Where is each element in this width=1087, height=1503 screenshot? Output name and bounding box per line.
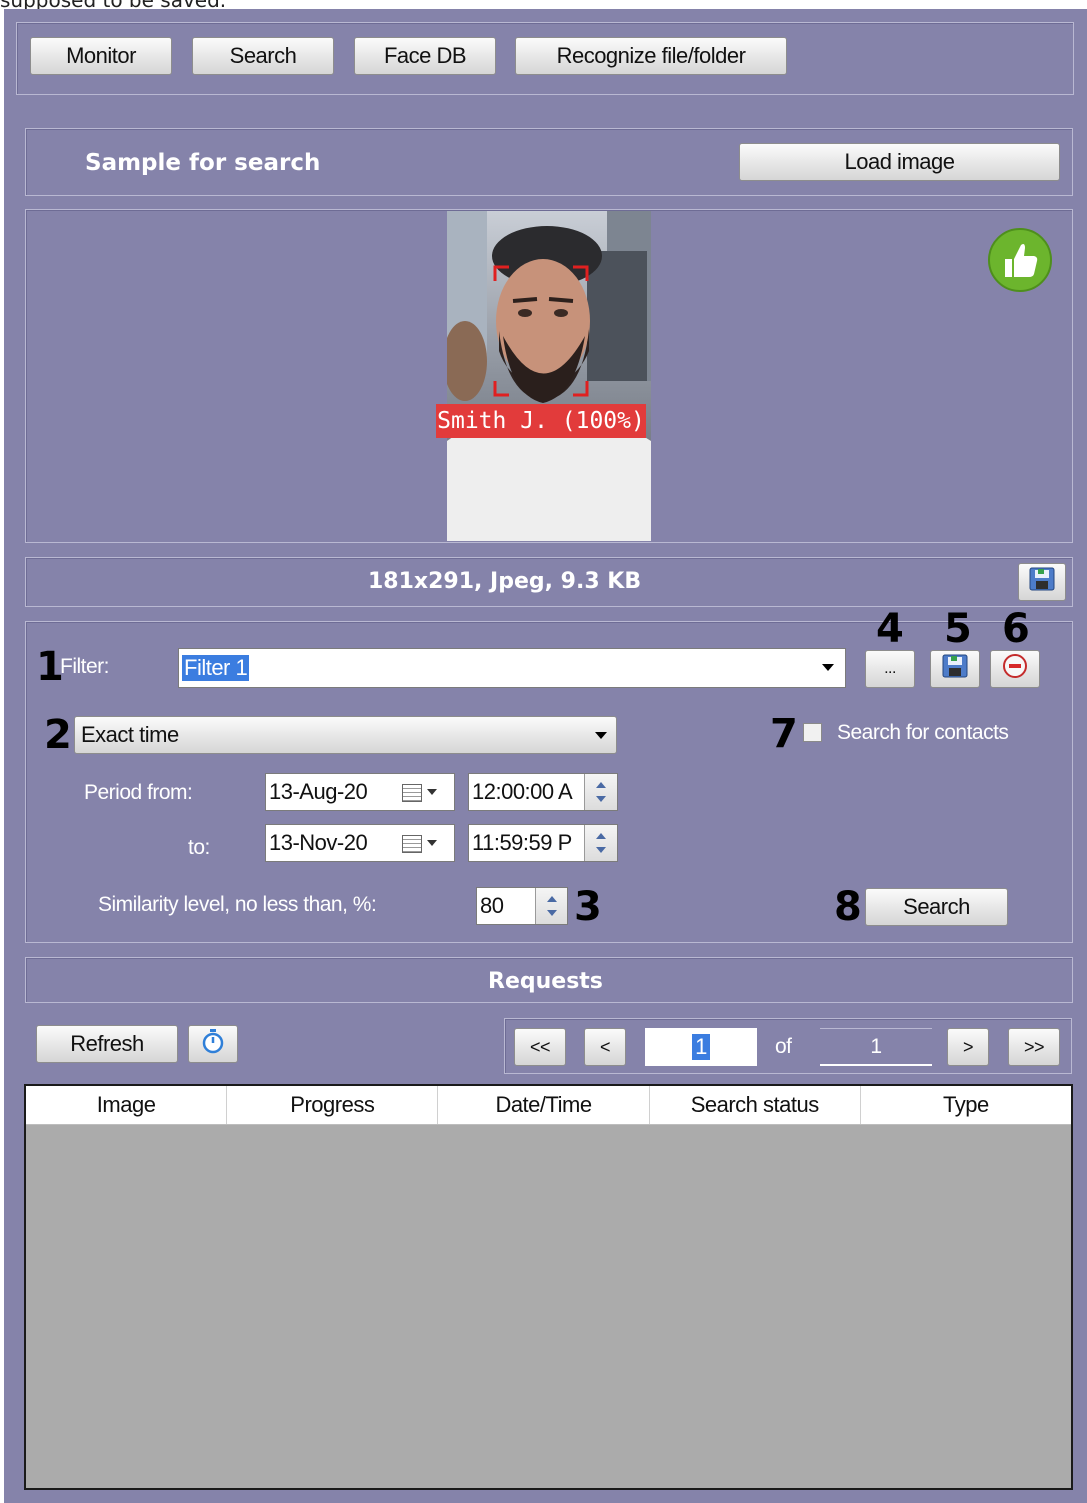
filter-more-button[interactable]: ... bbox=[865, 650, 915, 688]
page-input[interactable]: 1 bbox=[645, 1028, 757, 1066]
callout-4: 4 bbox=[876, 606, 904, 652]
date-from-picker[interactable]: 13-Aug-20 bbox=[265, 773, 455, 811]
spin-down-icon bbox=[596, 796, 606, 802]
search-contacts-checkbox[interactable] bbox=[803, 723, 822, 742]
chevron-down-icon bbox=[427, 840, 437, 846]
time-to-value: 11:59:59 P bbox=[472, 830, 572, 855]
spin-up-icon bbox=[546, 896, 557, 902]
filter-delete-button[interactable] bbox=[990, 650, 1040, 688]
spin-up-icon bbox=[596, 833, 606, 839]
last-page-button[interactable]: >> bbox=[1008, 1028, 1060, 1066]
similarity-value: 80 bbox=[480, 893, 504, 918]
requests-title: Requests bbox=[488, 969, 603, 994]
chevron-down-icon bbox=[595, 732, 607, 739]
save-image-button[interactable] bbox=[1018, 563, 1066, 601]
similarity-input[interactable]: 80 bbox=[476, 887, 568, 925]
chevron-down-icon bbox=[427, 789, 437, 795]
filter-label: Filter: bbox=[60, 655, 110, 678]
date-to-value: 13-Nov-20 bbox=[269, 830, 368, 855]
filter-save-button[interactable] bbox=[930, 650, 980, 688]
time-mode-select[interactable]: Exact time bbox=[74, 716, 617, 754]
time-to-spinner[interactable] bbox=[584, 825, 617, 861]
table-header: Image Progress Date/Time Search status T… bbox=[26, 1086, 1071, 1125]
time-from-value: 12:00:00 A bbox=[472, 779, 573, 804]
timer-button[interactable] bbox=[188, 1025, 238, 1063]
search-tab-button[interactable]: Search bbox=[192, 37, 334, 75]
calendar-icon bbox=[402, 784, 422, 802]
time-from-spinner[interactable] bbox=[584, 774, 617, 810]
face-db-button[interactable]: Face DB bbox=[354, 37, 496, 75]
spin-down-icon bbox=[546, 910, 557, 916]
time-mode-value: Exact time bbox=[81, 722, 179, 747]
requests-table: Image Progress Date/Time Search status T… bbox=[24, 1084, 1073, 1490]
period-to-label: to: bbox=[188, 836, 210, 859]
column-header-search-status[interactable]: Search status bbox=[650, 1086, 861, 1124]
spin-down-icon bbox=[596, 847, 606, 853]
callout-8: 8 bbox=[834, 884, 862, 930]
spin-up-icon bbox=[596, 782, 606, 788]
time-from-field[interactable]: 12:00:00 A bbox=[468, 773, 618, 811]
recognize-file-folder-button[interactable]: Recognize file/folder bbox=[515, 37, 787, 75]
load-image-button[interactable]: Load image bbox=[739, 143, 1060, 181]
refresh-button[interactable]: Refresh bbox=[36, 1025, 178, 1063]
period-from-label: Period from: bbox=[84, 781, 193, 804]
of-label: of bbox=[775, 1035, 792, 1058]
calendar-icon bbox=[402, 835, 422, 853]
date-from-value: 13-Aug-20 bbox=[269, 779, 368, 804]
callout-6: 6 bbox=[1002, 606, 1030, 652]
stopwatch-icon bbox=[201, 1028, 225, 1060]
callout-7: 7 bbox=[770, 711, 798, 757]
remove-icon bbox=[1002, 653, 1028, 685]
save-icon bbox=[942, 654, 968, 684]
thumbs-up-icon bbox=[987, 227, 1053, 293]
column-header-image[interactable]: Image bbox=[26, 1086, 228, 1124]
callout-3: 3 bbox=[574, 884, 602, 930]
column-header-progress[interactable]: Progress bbox=[227, 1086, 439, 1124]
image-info-text: 181x291, Jpeg, 9.3 KB bbox=[368, 569, 642, 594]
similarity-label: Similarity level, no less than, %: bbox=[98, 893, 377, 916]
column-header-datetime[interactable]: Date/Time bbox=[438, 1086, 650, 1124]
next-page-button[interactable]: > bbox=[947, 1028, 989, 1066]
callout-2: 2 bbox=[44, 712, 72, 758]
column-header-type[interactable]: Type bbox=[861, 1086, 1071, 1124]
filter-select[interactable]: Filter 1 bbox=[178, 648, 846, 688]
filter-value: Filter 1 bbox=[182, 655, 250, 681]
sample-title: Sample for search bbox=[85, 150, 321, 176]
first-page-button[interactable]: << bbox=[514, 1028, 566, 1066]
prev-page-button[interactable]: < bbox=[584, 1028, 626, 1066]
similarity-spinner[interactable] bbox=[535, 888, 567, 924]
save-icon bbox=[1029, 567, 1055, 597]
search-contacts-label: Search for contacts bbox=[837, 721, 1009, 744]
page-value: 1 bbox=[692, 1034, 710, 1060]
run-search-button[interactable]: Search bbox=[865, 888, 1008, 926]
recognition-label: Smith J. (100%) bbox=[436, 404, 646, 438]
date-to-picker[interactable]: 13-Nov-20 bbox=[265, 824, 455, 862]
monitor-button[interactable]: Monitor bbox=[30, 37, 172, 75]
face-photo bbox=[447, 211, 651, 541]
total-pages-value: 1 bbox=[870, 1034, 882, 1058]
filter-dropdown-arrow-icon bbox=[822, 664, 834, 671]
time-to-field[interactable]: 11:59:59 P bbox=[468, 824, 618, 862]
callout-5: 5 bbox=[944, 606, 972, 652]
total-pages: 1 bbox=[820, 1028, 932, 1066]
